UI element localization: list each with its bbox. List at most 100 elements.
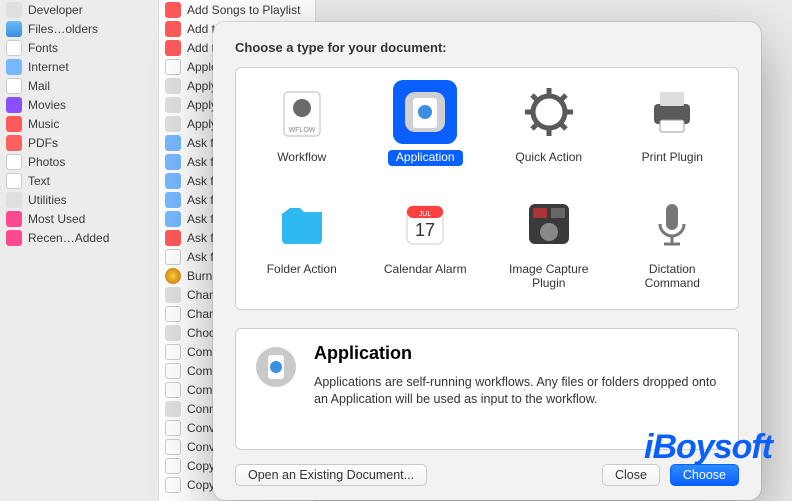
list-item[interactable]: Movies [0, 95, 158, 114]
music-icon [165, 2, 181, 18]
doc-icon [165, 458, 181, 474]
list-item[interactable]: Files…olders [0, 19, 158, 38]
list-item-label: Utilities [28, 193, 152, 207]
list-item-label: Text [28, 174, 152, 188]
list-item-label: Most Used [28, 212, 152, 226]
doc-icon [165, 249, 181, 265]
list-item-label: Recen…Added [28, 231, 152, 245]
doc-icon [165, 420, 181, 436]
type-label: Workflow [269, 150, 334, 166]
description-heading: Application [314, 343, 722, 364]
list-item[interactable]: Utilities [0, 190, 158, 209]
sidebar-categories: Developer Files…olders Fonts Internet Mail Mo… [0, 0, 158, 501]
type-icon [644, 84, 700, 140]
burn-icon [165, 268, 181, 284]
type-option-dictation-command[interactable]: Dictation Command [611, 188, 735, 296]
list-item[interactable]: Photos [0, 152, 158, 171]
music-icon [165, 230, 181, 246]
type-icon: WFLOW [274, 84, 330, 140]
type-label: Dictation Command [613, 262, 733, 292]
application-icon [252, 343, 300, 391]
type-label: Calendar Alarm [376, 262, 475, 278]
type-description-text: Application Applications are self-runnin… [314, 343, 722, 431]
pink-icon [6, 230, 22, 246]
doc-icon [165, 382, 181, 398]
list-item[interactable]: Recen…Added [0, 228, 158, 247]
gear-icon [165, 78, 181, 94]
doc-icon [6, 154, 22, 170]
gear-icon [6, 192, 22, 208]
type-label: Folder Action [259, 262, 345, 278]
music-icon [165, 40, 181, 56]
close-button[interactable]: Close [602, 464, 660, 486]
globe-icon [165, 135, 181, 151]
globe-icon [165, 211, 181, 227]
list-item[interactable]: Mail [0, 76, 158, 95]
list-item[interactable]: Music [0, 114, 158, 133]
gear-icon [165, 325, 181, 341]
gear-icon [165, 401, 181, 417]
sheet-button-row: Open an Existing Document... Close Choos… [235, 464, 739, 486]
pdf-icon [6, 135, 22, 151]
gear-icon [165, 287, 181, 303]
doc-icon [6, 173, 22, 189]
type-description-box: Application Applications are self-runnin… [235, 328, 739, 450]
choose-button[interactable]: Choose [670, 464, 739, 486]
list-item-label: Music [28, 117, 152, 131]
type-grid-container: WFLOW Workflow Application Quick ActionPrin… [235, 67, 739, 310]
type-label: Application [388, 150, 463, 166]
music-icon [6, 116, 22, 132]
doc-icon [165, 59, 181, 75]
gear-icon [6, 2, 22, 18]
list-item[interactable]: Fonts [0, 38, 158, 57]
svg-text:17: 17 [415, 220, 435, 240]
list-item-label: Mail [28, 79, 152, 93]
type-label: Image Capture Plugin [489, 262, 609, 292]
list-item-label: Movies [28, 98, 152, 112]
type-option-folder-action[interactable]: Folder Action [240, 188, 364, 296]
doc-icon [165, 439, 181, 455]
list-item[interactable]: Internet [0, 57, 158, 76]
globe-icon [165, 192, 181, 208]
type-icon [521, 196, 577, 252]
globe-icon [6, 59, 22, 75]
list-item-label: Files…olders [28, 22, 152, 36]
gear-icon [165, 116, 181, 132]
type-icon [397, 84, 453, 140]
purple-icon [6, 97, 22, 113]
type-option-quick-action[interactable]: Quick Action [487, 76, 611, 170]
list-item-label: Internet [28, 60, 152, 74]
globe-icon [165, 154, 181, 170]
type-option-calendar-alarm[interactable]: JUL 17 Calendar Alarm [364, 188, 488, 296]
list-item[interactable]: Most Used [0, 209, 158, 228]
doc-icon [6, 40, 22, 56]
music-icon [165, 21, 181, 37]
doc-icon [165, 363, 181, 379]
description-body: Applications are self-running workflows.… [314, 374, 722, 408]
list-item[interactable]: Add Songs to Playlist [159, 0, 315, 19]
svg-text:WFLOW: WFLOW [288, 127, 315, 134]
type-icon: JUL 17 [397, 196, 453, 252]
open-existing-button[interactable]: Open an Existing Document... [235, 464, 427, 486]
svg-text:JUL: JUL [419, 211, 432, 218]
doc-icon [165, 306, 181, 322]
doc-icon [6, 78, 22, 94]
type-option-application[interactable]: Application [364, 76, 488, 170]
type-option-image-capture-plugin[interactable]: Image Capture Plugin [487, 188, 611, 296]
doc-icon [165, 477, 181, 493]
folder-icon [6, 21, 22, 37]
type-icon [274, 196, 330, 252]
list-item[interactable]: Developer [0, 0, 158, 19]
list-item-label: Photos [28, 155, 152, 169]
list-item-label: Add Songs to Playlist [187, 3, 309, 17]
type-option-print-plugin[interactable]: Print Plugin [611, 76, 735, 170]
type-option-workflow[interactable]: WFLOW Workflow [240, 76, 364, 170]
list-item-label: PDFs [28, 136, 152, 150]
list-item[interactable]: Text [0, 171, 158, 190]
list-item[interactable]: PDFs [0, 133, 158, 152]
doc-icon [165, 344, 181, 360]
type-icon [644, 196, 700, 252]
globe-icon [165, 173, 181, 189]
type-icon [521, 84, 577, 140]
document-type-sheet: Choose a type for your document: WFLOWWo… [213, 22, 761, 500]
